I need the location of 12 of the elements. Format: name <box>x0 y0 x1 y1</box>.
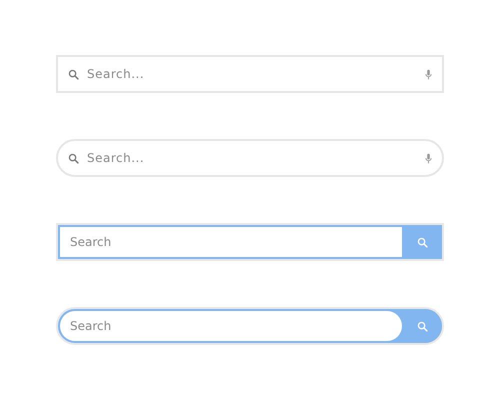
search-icon <box>68 68 79 80</box>
search-icon <box>416 320 428 332</box>
search-field[interactable]: Search... <box>87 67 417 81</box>
microphone-icon <box>425 68 432 80</box>
search-field[interactable]: Search <box>60 227 402 257</box>
microphone-icon <box>425 152 432 164</box>
search-field[interactable]: Search <box>60 311 402 341</box>
search-icon <box>68 152 79 164</box>
search-field[interactable]: Search... <box>87 151 417 165</box>
search-box[interactable]: Search... <box>56 55 444 93</box>
search-icon <box>416 236 428 248</box>
search-box[interactable]: Search... <box>56 139 444 177</box>
